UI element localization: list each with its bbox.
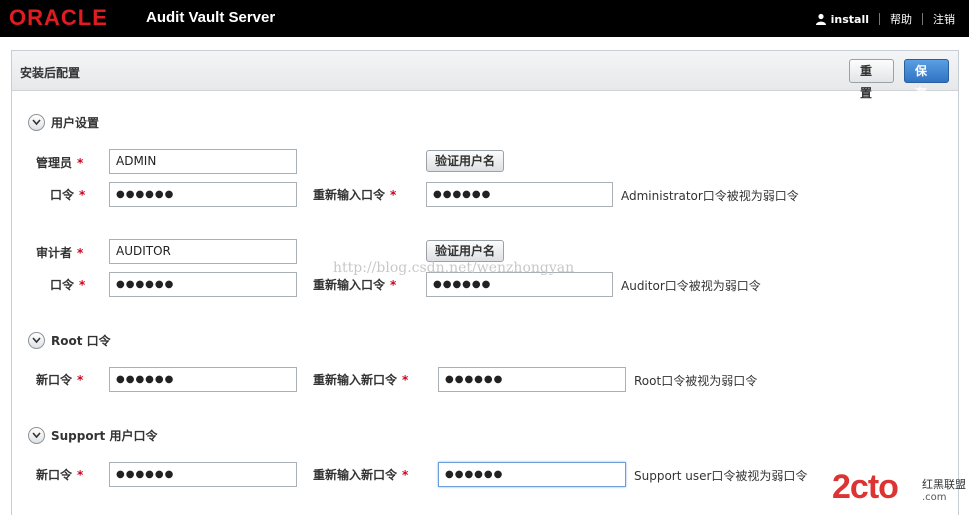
admin-password-label: 口令 * xyxy=(50,188,86,202)
logout-link[interactable]: 注销 xyxy=(933,11,955,27)
admin-label: 管理员 * xyxy=(36,156,84,170)
root-reenter-label: 重新输入新口令 * xyxy=(313,373,409,387)
oracle-logo: ORACLE xyxy=(9,5,108,30)
root-new-password-label: 新口令 * xyxy=(36,373,84,387)
top-bar: ORACLE Audit Vault Server install 帮助 注销 xyxy=(0,0,969,37)
auditor-username-input[interactable]: AUDITOR xyxy=(109,239,297,264)
verify-admin-username-button[interactable]: 验证用户名 xyxy=(426,150,505,172)
required-marker: * xyxy=(79,278,86,292)
panel-title: 安装后配置 xyxy=(20,66,81,80)
auditor-reenter-label: 重新输入口令 * xyxy=(313,278,397,292)
username-link[interactable]: install xyxy=(831,13,869,26)
corner-logo-sub: 红黑联盟 xyxy=(922,478,966,491)
root-reenter-password-input[interactable]: ●●●●●● xyxy=(438,367,626,392)
support-new-password-input[interactable]: ●●●●●● xyxy=(109,462,297,487)
panel-header: 安装后配置 重置 保存 xyxy=(12,51,958,100)
section-title: Root 口令 xyxy=(51,334,111,348)
section-title: 用户设置 xyxy=(51,116,100,130)
section-title: Support 用户口令 xyxy=(51,429,158,443)
required-marker: * xyxy=(77,246,84,260)
admin-weak-password-hint: Administrator口令被视为弱口令 xyxy=(621,189,799,203)
corner-logo-domain: .com xyxy=(922,492,947,503)
required-marker: * xyxy=(77,468,84,482)
admin-reenter-label: 重新输入口令 * xyxy=(313,188,397,202)
root-new-password-input[interactable]: ●●●●●● xyxy=(109,367,297,392)
corner-logo-mark: 2cto xyxy=(832,468,899,506)
admin-reenter-password-input[interactable]: ●●●●●● xyxy=(426,182,613,207)
required-marker: * xyxy=(390,278,397,292)
chevron-down-icon[interactable] xyxy=(28,332,45,349)
save-button[interactable]: 保存 xyxy=(904,59,949,100)
support-reenter-label: 重新输入新口令 * xyxy=(313,468,409,482)
auditor-label: 审计者 * xyxy=(36,246,84,260)
corner-site-logo: 2cto 红黑联盟 .com xyxy=(832,470,966,510)
auditor-weak-password-hint: Auditor口令被视为弱口令 xyxy=(621,279,761,293)
admin-password-input[interactable]: ●●●●●● xyxy=(109,182,297,207)
required-marker: * xyxy=(77,156,84,170)
watermark: http://blog.csdn.net/wenzhongyan xyxy=(333,260,575,276)
section-root-password[interactable]: Root 口令 xyxy=(28,332,111,349)
auditor-password-input[interactable]: ●●●●●● xyxy=(109,272,297,297)
section-user-settings[interactable]: 用户设置 xyxy=(28,114,99,131)
chevron-down-icon[interactable] xyxy=(28,427,45,444)
support-new-password-label: 新口令 * xyxy=(36,468,84,482)
user-nav: install 帮助 注销 xyxy=(815,11,955,27)
required-marker: * xyxy=(77,373,84,387)
support-weak-password-hint: Support user口令被视为弱口令 xyxy=(634,469,808,483)
help-link[interactable]: 帮助 xyxy=(890,11,912,27)
required-marker: * xyxy=(390,188,397,202)
admin-username-input[interactable]: ADMIN xyxy=(109,149,297,174)
section-support-password[interactable]: Support 用户口令 xyxy=(28,427,157,444)
required-marker: * xyxy=(402,373,409,387)
chevron-down-icon[interactable] xyxy=(28,114,45,131)
verify-auditor-username-button[interactable]: 验证用户名 xyxy=(426,240,505,262)
auditor-password-label: 口令 * xyxy=(50,278,86,292)
nav-divider xyxy=(879,13,880,25)
user-icon xyxy=(815,13,827,25)
app-name: Audit Vault Server xyxy=(146,9,276,26)
required-marker: * xyxy=(79,188,86,202)
reset-button[interactable]: 重置 xyxy=(849,59,894,100)
support-reenter-password-input[interactable]: ●●●●●● xyxy=(438,462,626,487)
nav-divider xyxy=(922,13,923,25)
root-weak-password-hint: Root口令被视为弱口令 xyxy=(634,374,758,388)
required-marker: * xyxy=(402,468,409,482)
